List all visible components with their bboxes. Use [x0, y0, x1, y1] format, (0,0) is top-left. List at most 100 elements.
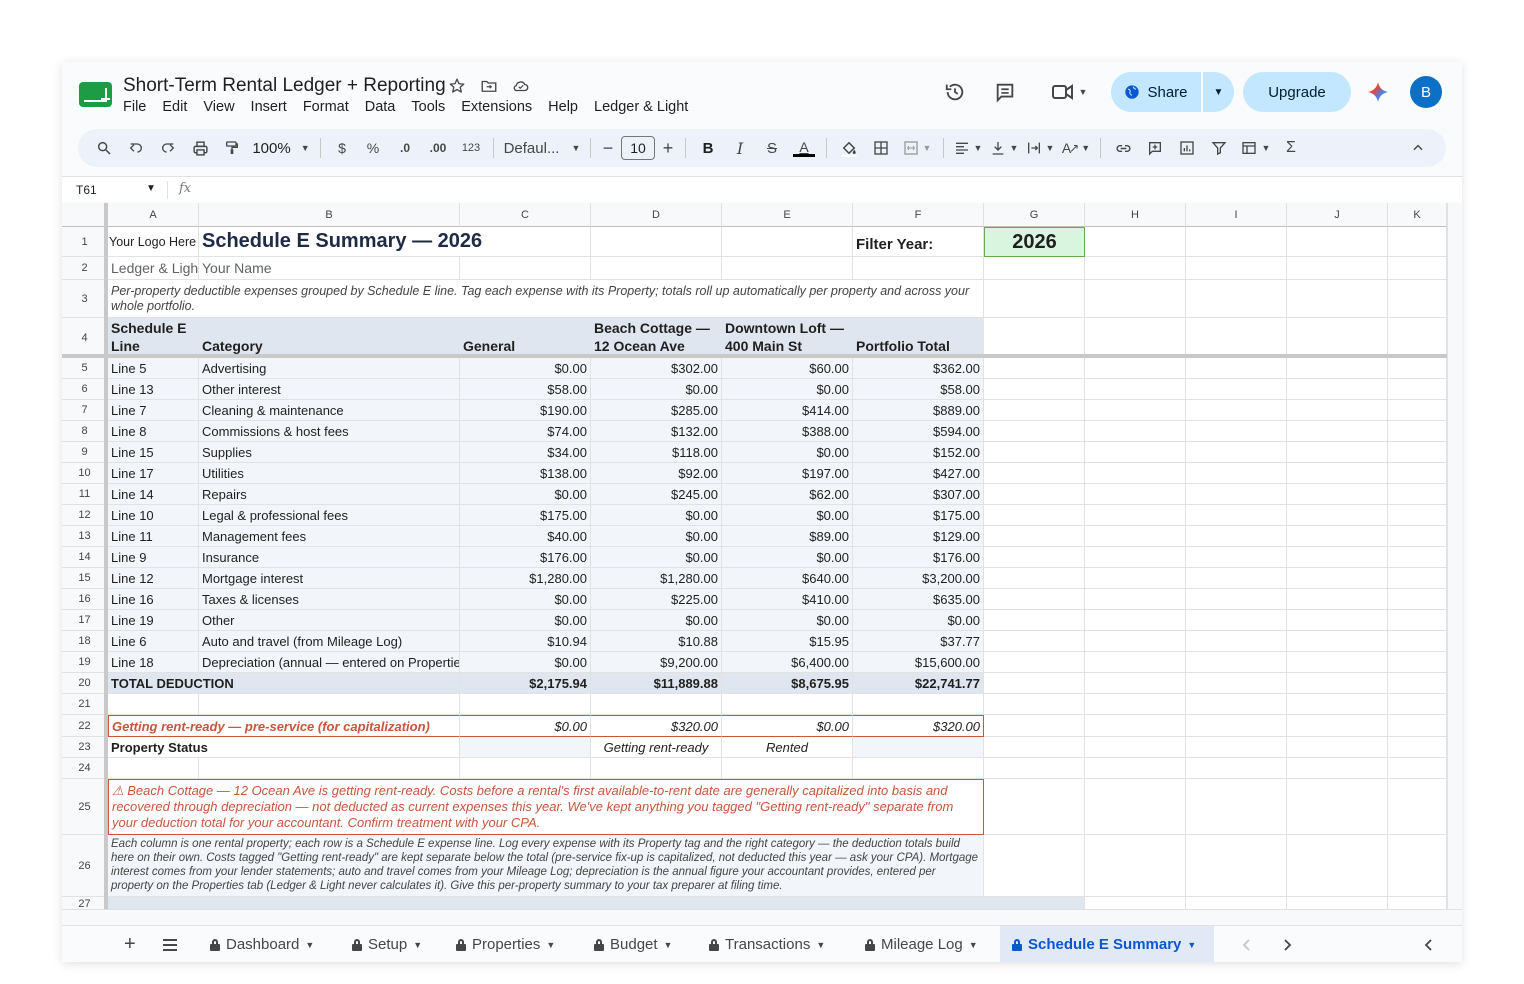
- menu-edit[interactable]: Edit: [162, 99, 187, 115]
- empty-cell[interactable]: [1186, 779, 1287, 835]
- empty-cell[interactable]: [1186, 379, 1287, 400]
- schedule-line[interactable]: Line 11: [108, 526, 199, 547]
- schedule-line[interactable]: Line 9: [108, 547, 199, 568]
- name-box[interactable]: T61: [76, 183, 97, 197]
- amount-cell[interactable]: $0.00: [591, 547, 722, 568]
- more-formats-button[interactable]: 123: [455, 134, 487, 162]
- column-header[interactable]: G: [984, 203, 1085, 227]
- column-header[interactable]: I: [1186, 203, 1287, 227]
- cell[interactable]: [853, 694, 984, 715]
- tab-setup[interactable]: Setup ▼: [340, 926, 434, 962]
- empty-cell[interactable]: [984, 526, 1085, 547]
- amount-cell[interactable]: $62.00: [722, 484, 853, 505]
- frozen-column-divider[interactable]: [104, 203, 108, 909]
- paint-format-icon[interactable]: [216, 134, 248, 162]
- property-status-value[interactable]: Getting rent-ready: [591, 737, 722, 758]
- category-label[interactable]: Other interest: [199, 379, 460, 400]
- empty-cell[interactable]: [1085, 280, 1186, 318]
- amount-cell[interactable]: $427.00: [853, 463, 984, 484]
- empty-cell[interactable]: [984, 758, 1085, 779]
- empty-cell[interactable]: [1388, 835, 1447, 897]
- column-title[interactable]: Beach Cottage — 12 Ocean Ave: [591, 318, 722, 358]
- empty-cell[interactable]: [1388, 358, 1447, 379]
- amount-cell[interactable]: $74.00: [460, 421, 591, 442]
- cell-grid[interactable]: A B C D E F G H I J K 1 2 3 4 5 6 7 8 9 10 11 12 13 14 15 16 17 18 19…: [62, 203, 1447, 909]
- schedule-line[interactable]: Line 10: [108, 505, 199, 526]
- empty-cell[interactable]: [984, 463, 1085, 484]
- row-header[interactable]: 7: [62, 400, 108, 421]
- filter-icon[interactable]: [1203, 134, 1235, 162]
- empty-cell[interactable]: [984, 505, 1085, 526]
- cell[interactable]: [199, 694, 460, 715]
- empty-cell[interactable]: [1287, 505, 1388, 526]
- empty-cell[interactable]: [1388, 227, 1447, 257]
- move-folder-icon[interactable]: [479, 76, 499, 96]
- column-title[interactable]: General: [460, 318, 591, 358]
- empty-cell[interactable]: [1186, 358, 1287, 379]
- empty-cell[interactable]: [1085, 318, 1186, 358]
- empty-cell[interactable]: [1186, 280, 1287, 318]
- amount-cell[interactable]: $362.00: [853, 358, 984, 379]
- tab-menu-icon[interactable]: ▼: [413, 940, 422, 950]
- amount-cell[interactable]: $92.00: [591, 463, 722, 484]
- empty-cell[interactable]: [984, 779, 1085, 835]
- schedule-line[interactable]: Line 7: [108, 400, 199, 421]
- amount-cell[interactable]: $175.00: [853, 505, 984, 526]
- amount-cell[interactable]: $410.00: [722, 589, 853, 610]
- column-title[interactable]: Portfolio Total: [853, 318, 984, 358]
- category-label[interactable]: Supplies: [199, 442, 460, 463]
- empty-cell[interactable]: [1085, 547, 1186, 568]
- empty-cell[interactable]: [1287, 715, 1388, 737]
- row-header[interactable]: 3: [62, 280, 108, 318]
- row-header[interactable]: 4: [62, 318, 108, 358]
- category-label[interactable]: Depreciation (annual — entered on Proper…: [199, 652, 460, 673]
- amount-cell[interactable]: $190.00: [460, 400, 591, 421]
- amount-cell[interactable]: $58.00: [853, 379, 984, 400]
- tab-schedule-e-summary[interactable]: Schedule E Summary ▼: [1000, 926, 1214, 962]
- empty-cell[interactable]: [1287, 589, 1388, 610]
- empty-cell[interactable]: [1287, 610, 1388, 631]
- empty-cell[interactable]: [1186, 897, 1287, 909]
- empty-cell[interactable]: [1388, 737, 1447, 758]
- amount-cell[interactable]: $3,200.00: [853, 568, 984, 589]
- tabs-scroll-left-icon[interactable]: [1230, 926, 1264, 962]
- empty-cell[interactable]: [984, 589, 1085, 610]
- schedule-line[interactable]: Line 14: [108, 484, 199, 505]
- cell[interactable]: [853, 257, 984, 280]
- tab-transactions[interactable]: Transactions ▼: [697, 926, 837, 962]
- tab-dashboard[interactable]: Dashboard ▼: [198, 926, 326, 962]
- share-button[interactable]: Share: [1111, 72, 1201, 112]
- empty-cell[interactable]: [1388, 526, 1447, 547]
- undo-icon[interactable]: [120, 134, 152, 162]
- empty-cell[interactable]: [1186, 463, 1287, 484]
- empty-cell[interactable]: [1186, 505, 1287, 526]
- empty-cell[interactable]: [984, 442, 1085, 463]
- italic-icon[interactable]: I: [724, 134, 756, 162]
- category-label[interactable]: Repairs: [199, 484, 460, 505]
- category-label[interactable]: Commissions & host fees: [199, 421, 460, 442]
- empty-cell[interactable]: [1186, 589, 1287, 610]
- percent-format-button[interactable]: %: [357, 134, 389, 162]
- gemini-spark-icon[interactable]: [1366, 80, 1390, 104]
- empty-cell[interactable]: [1388, 547, 1447, 568]
- empty-cell[interactable]: [1388, 589, 1447, 610]
- empty-cell[interactable]: [1287, 442, 1388, 463]
- filter-views-icon[interactable]: ▼: [1235, 134, 1275, 162]
- empty-cell[interactable]: [1186, 400, 1287, 421]
- empty-cell[interactable]: [1287, 227, 1388, 257]
- strikethrough-icon[interactable]: S: [756, 134, 788, 162]
- amount-cell[interactable]: $889.00: [853, 400, 984, 421]
- empty-cell[interactable]: [1287, 526, 1388, 547]
- empty-cell[interactable]: [1287, 257, 1388, 280]
- amount-cell[interactable]: $89.00: [722, 526, 853, 547]
- amount-cell[interactable]: $0.00: [722, 505, 853, 526]
- menu-file[interactable]: File: [123, 99, 146, 115]
- amount-cell[interactable]: $0.00: [460, 652, 591, 673]
- row-header[interactable]: 20: [62, 673, 108, 694]
- total-label[interactable]: TOTAL DEDUCTION: [108, 673, 460, 694]
- empty-cell[interactable]: [984, 257, 1085, 280]
- fill-color-icon[interactable]: [833, 134, 865, 162]
- empty-cell[interactable]: [1388, 897, 1447, 909]
- frozen-row-divider[interactable]: [62, 354, 1447, 358]
- empty-cell[interactable]: [1388, 484, 1447, 505]
